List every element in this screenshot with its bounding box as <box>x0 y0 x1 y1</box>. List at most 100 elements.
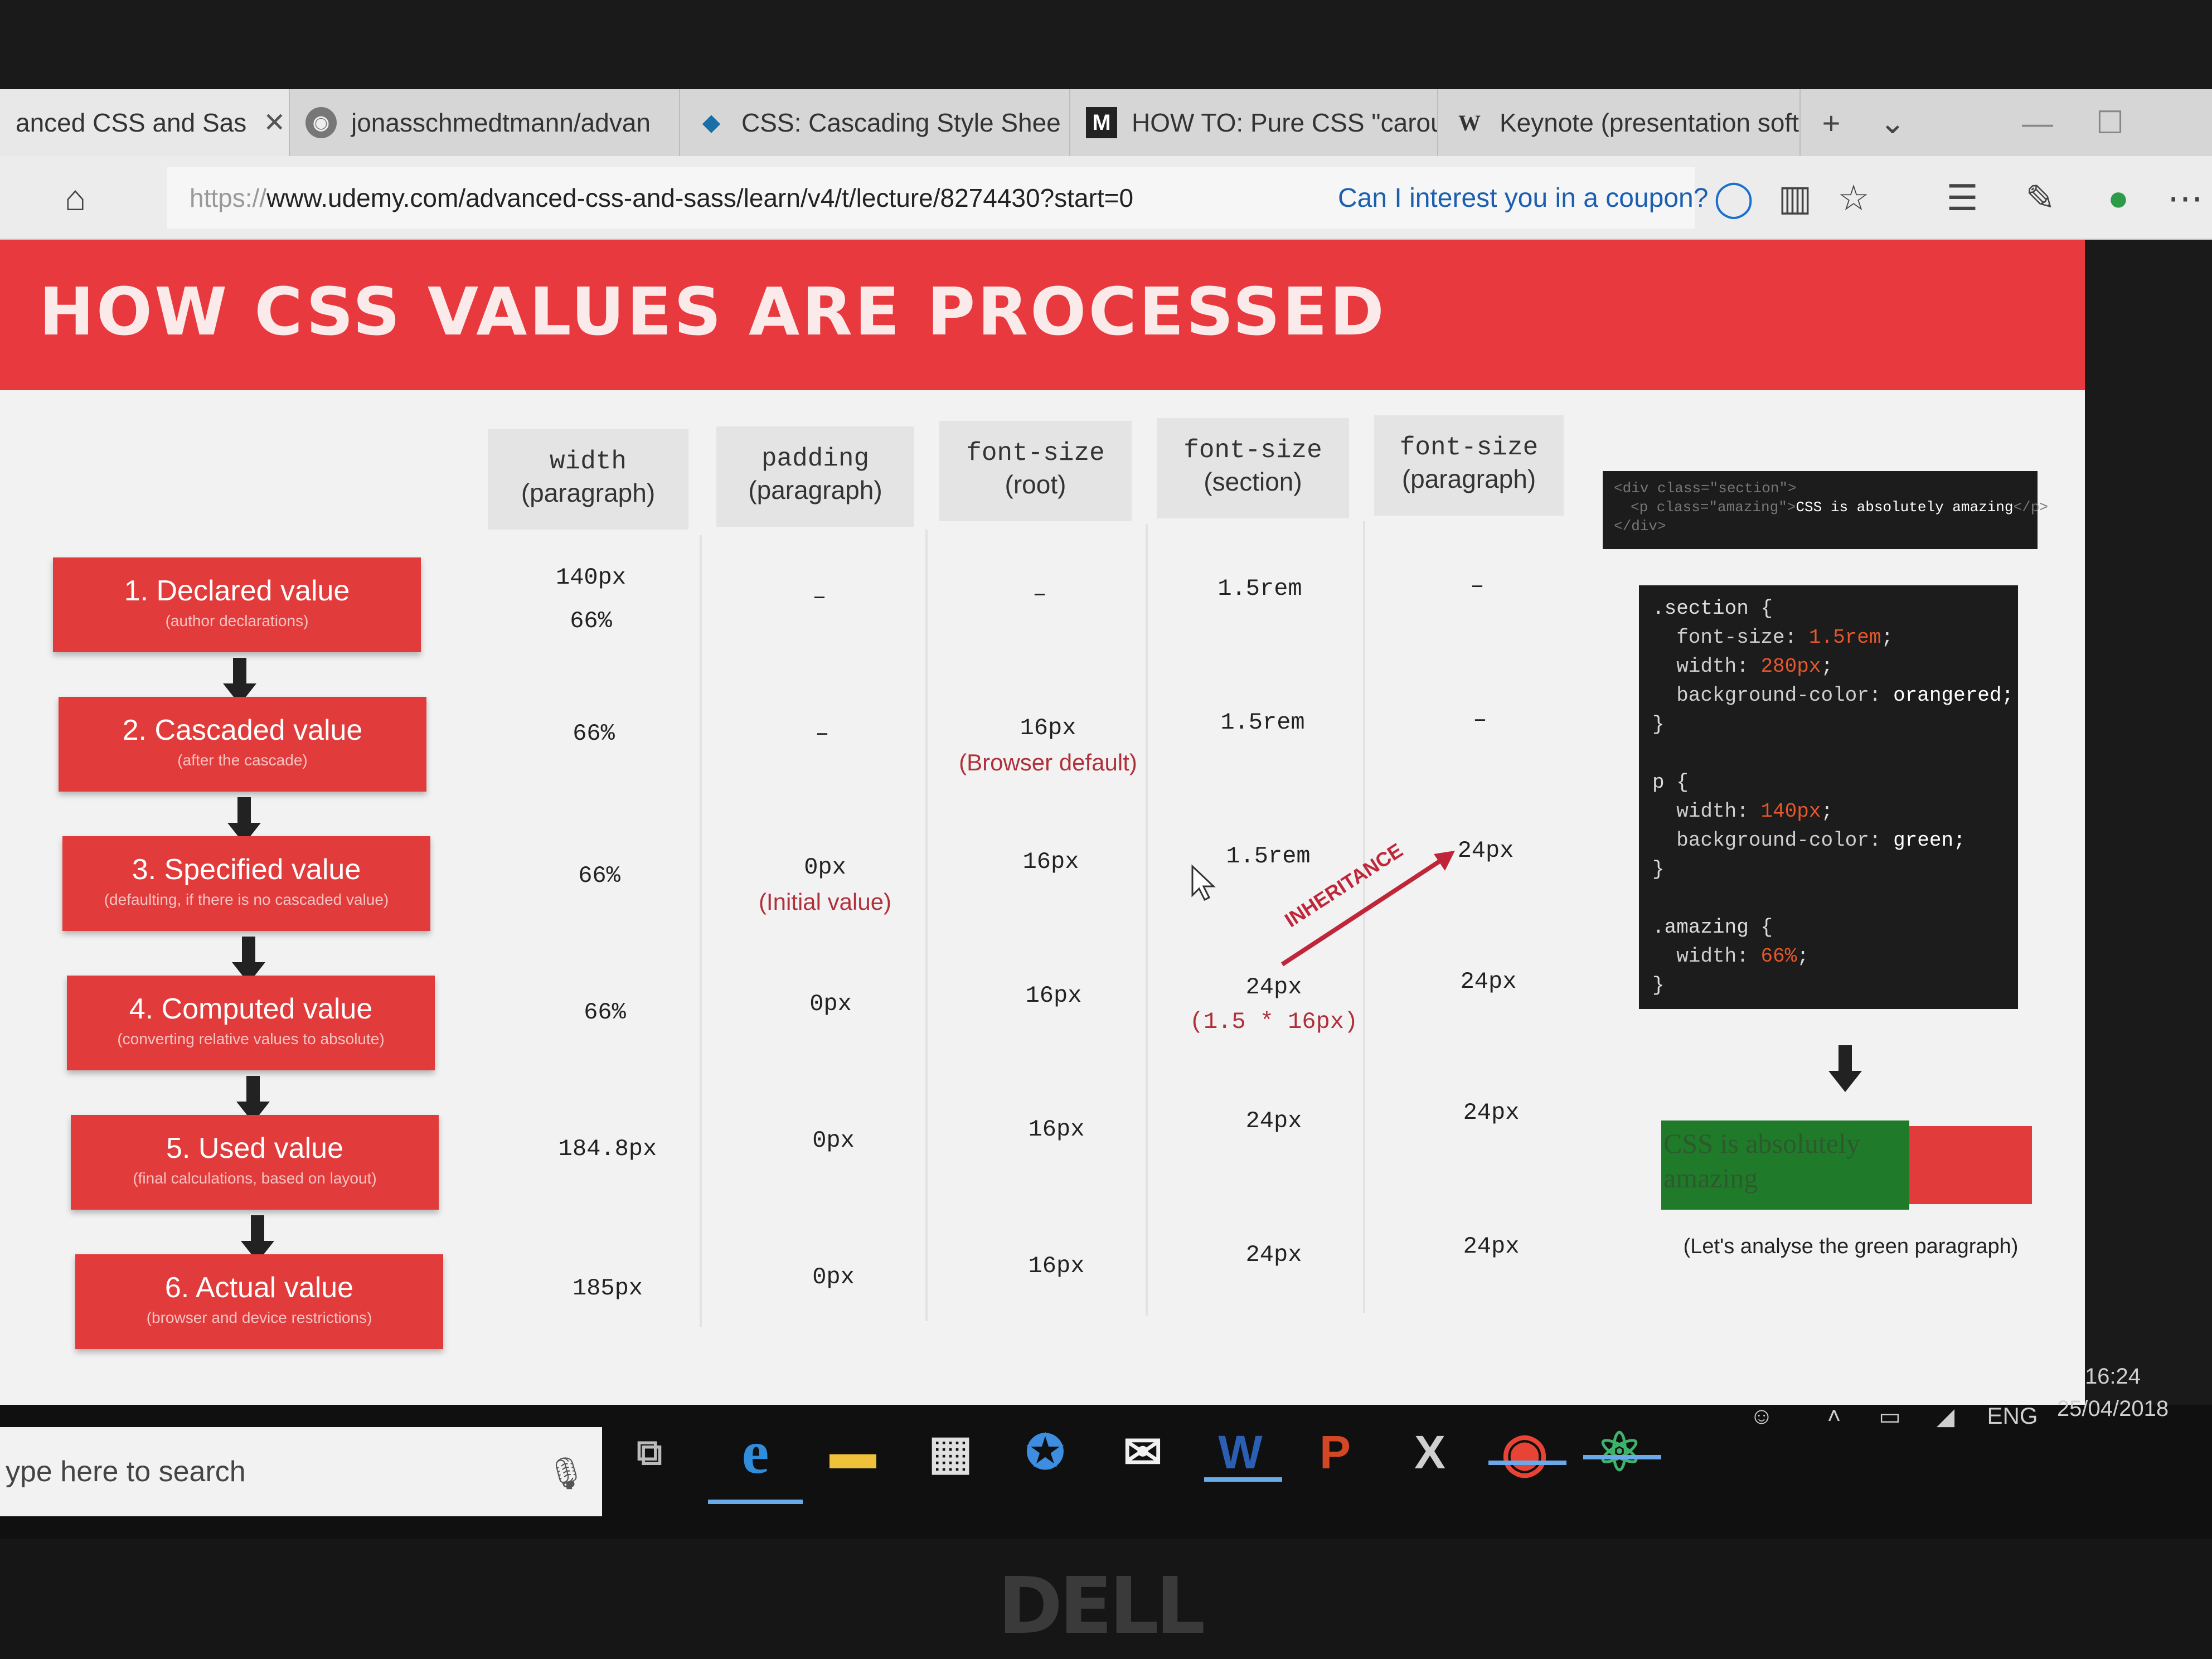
web-note-icon[interactable]: ✎ <box>2012 170 2068 226</box>
minimize-icon[interactable]: — <box>2007 89 2068 156</box>
people-icon[interactable]: ☺ <box>1739 1394 1784 1438</box>
column-divider <box>700 535 702 1327</box>
url-text: www.udemy.com/advanced-css-and-sass/lear… <box>266 183 1134 212</box>
wifi-icon[interactable]: ◢ <box>1923 1394 1968 1438</box>
github-icon: ◉ <box>305 107 337 138</box>
code-line: <div class="section"> <box>1614 480 1797 497</box>
home-icon[interactable]: ⌂ <box>47 170 103 226</box>
down-arrow-icon <box>1828 1045 1862 1095</box>
code-line: .section { <box>1652 597 1773 620</box>
medium-icon: M <box>1086 107 1117 138</box>
value-cell: 184.8px <box>558 1136 657 1162</box>
wikipedia-icon: W <box>1458 110 1481 135</box>
column-header-font-size-paragraph: font-size (paragraph) <box>1374 415 1564 516</box>
atom-icon[interactable]: ⚛ <box>1578 1410 1661 1494</box>
stage-subtitle: (defaulting, if there is no cascaded val… <box>104 891 389 908</box>
coupon-prompt[interactable]: Can I interest you in a coupon? <box>1338 167 1708 229</box>
store-icon[interactable]: ▦ <box>909 1410 992 1494</box>
stage-subtitle: (author declarations) <box>165 612 309 629</box>
active-app-indicator <box>708 1500 803 1504</box>
tab-mdn[interactable]: ◆ CSS: Cascading Style Shee <box>680 89 1070 156</box>
tab-list-button[interactable]: ⌄ <box>1862 89 1923 156</box>
maximize-icon[interactable]: ☐ <box>2079 89 2141 156</box>
grammarly-icon[interactable]: ● <box>2090 170 2146 226</box>
stage-used-value: 5. Used value (final calculations, based… <box>71 1115 439 1210</box>
value-cell: 0px <box>812 1264 855 1291</box>
favorite-star-icon[interactable]: ☆ <box>1826 170 1881 226</box>
value-cell: 16px <box>1028 1253 1085 1279</box>
microphone-icon[interactable]: 🎙 <box>546 1455 586 1494</box>
column-prop: width <box>549 447 627 476</box>
mail-icon[interactable]: ✉ <box>1101 1410 1185 1494</box>
value-cell: 0px (Initial value) <box>725 850 925 919</box>
column-scope: (paragraph) <box>521 478 656 507</box>
app-icon[interactable]: ✪ <box>1003 1410 1087 1494</box>
cell-value: 0px <box>804 854 846 881</box>
stage-title: 3. Specified value <box>132 853 361 886</box>
edge-icon[interactable]: e <box>714 1410 797 1494</box>
value-cell: 66% <box>578 862 620 889</box>
show-hidden-icons-chevron-icon[interactable]: ˄ <box>1812 1394 1856 1438</box>
taskbar-search-input[interactable]: ype here to search <box>0 1427 602 1516</box>
search-placeholder: ype here to search <box>6 1456 246 1488</box>
code-line: } <box>1652 974 1665 997</box>
battery-icon[interactable]: ▭ <box>1867 1394 1912 1438</box>
close-tab-icon[interactable]: ✕ <box>263 107 285 138</box>
stage-cascaded-value: 2. Cascaded value (after the cascade) <box>59 697 426 792</box>
clock[interactable]: 16:24 25/04/2018 <box>2040 1360 2185 1425</box>
stage-title: 4. Computed value <box>129 993 373 1025</box>
language-indicator[interactable]: ENG <box>1979 1394 2046 1438</box>
column-divider <box>925 530 928 1321</box>
green-paragraph: CSS is absolutely amazing <box>1661 1120 1909 1210</box>
code-tag: </p> <box>2013 499 2048 516</box>
code-line: <p class="amazing">CSS is absolutely ama… <box>1614 498 2048 517</box>
new-tab-button[interactable]: + <box>1801 89 1862 156</box>
rendered-result: CSS is absolutely amazing <box>1661 1120 2032 1210</box>
reading-view-icon[interactable]: ▥ <box>1767 170 1823 226</box>
stage-title: 2. Cascaded value <box>122 714 363 746</box>
code-prop: background-color: <box>1652 684 1894 707</box>
column-prop: font-size <box>1399 433 1539 462</box>
value-cell: 16px (Browser default) <box>942 711 1154 780</box>
html-code-snippet: <div class="section"> <p class="amazing"… <box>1603 471 2048 549</box>
extension-icon[interactable]: ◯ <box>1706 170 1762 226</box>
code-prop: width: <box>1652 655 1761 678</box>
code-value: 1.5rem <box>1808 626 1881 649</box>
value-cell: 185px <box>572 1275 643 1302</box>
stage-subtitle: (after the cascade) <box>177 751 308 769</box>
tab-label: Keynote (presentation soft <box>1500 108 1799 137</box>
code-value: 66% <box>1760 945 1797 968</box>
column-scope: (paragraph) <box>748 476 882 505</box>
chrome-icon[interactable]: ◉ <box>1483 1410 1566 1494</box>
stage-title: 5. Used value <box>166 1132 343 1165</box>
column-prop: padding <box>761 444 870 473</box>
value-cell: 66% <box>573 720 615 747</box>
stage-subtitle: (browser and device restrictions) <box>146 1309 372 1326</box>
stage-subtitle: (final calculations, based on layout) <box>133 1170 377 1187</box>
code-prop: background-color: <box>1652 829 1894 852</box>
column-divider <box>1146 524 1148 1316</box>
tab-github[interactable]: ◉ jonasschmedtmann/advan <box>290 89 680 156</box>
tab-udemy[interactable]: anced CSS and Sas ✕ <box>0 89 290 156</box>
excel-icon[interactable]: X <box>1388 1410 1472 1494</box>
cell-value: 24px <box>1245 974 1302 1001</box>
powerpoint-icon[interactable]: P <box>1293 1410 1377 1494</box>
tab-medium[interactable]: M HOW TO: Pure CSS "carou <box>1070 89 1438 156</box>
task-view-icon[interactable]: ⧉ <box>608 1410 691 1494</box>
value-cell: 66% <box>584 999 626 1026</box>
cell-value: 66% <box>570 608 612 634</box>
value-cell: – <box>1470 573 1485 599</box>
cell-note: (Browser default) <box>959 749 1137 775</box>
favorites-list-icon[interactable]: ☰ <box>1934 170 1990 226</box>
result-caption: (Let's analyse the green paragraph) <box>1683 1235 2019 1258</box>
code-prop: font-size: <box>1652 626 1809 649</box>
active-app-indicator <box>1488 1461 1566 1465</box>
stage-actual-value: 6. Actual value (browser and device rest… <box>75 1254 443 1349</box>
clock-time: 16:24 <box>2084 1364 2141 1389</box>
stage-declared-value: 1. Declared value (author declarations) <box>53 557 421 652</box>
tab-label: anced CSS and Sas <box>16 108 247 137</box>
more-menu-icon[interactable]: ⋯ <box>2157 170 2212 226</box>
file-explorer-icon[interactable]: ▬ <box>811 1410 895 1494</box>
tab-wikipedia[interactable]: W Keynote (presentation soft <box>1438 89 1801 156</box>
